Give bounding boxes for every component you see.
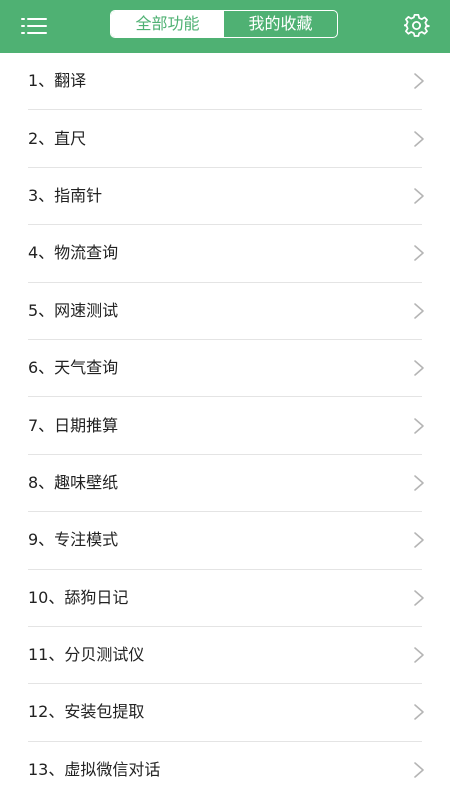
chevron-right-icon <box>414 188 424 204</box>
list-item[interactable]: 12、安装包提取 <box>28 684 424 742</box>
list-item[interactable]: 8、趣味壁纸 <box>28 455 424 513</box>
list-item-label: 6、天气查询 <box>28 358 119 378</box>
gear-icon <box>404 14 430 37</box>
list-item-label: 13、虚拟微信对话 <box>28 760 161 780</box>
list-item[interactable]: 10、舔狗日记 <box>28 570 424 627</box>
list-item[interactable]: 6、天气查询 <box>28 340 424 398</box>
list-item[interactable]: 9、专注模式 <box>28 512 424 570</box>
list-item[interactable]: 4、物流查询 <box>28 225 424 283</box>
list-item-label: 4、物流查询 <box>28 243 119 263</box>
list-item[interactable]: 2、直尺 <box>28 110 424 168</box>
list-item-label: 11、分贝测试仪 <box>28 645 145 665</box>
chevron-right-icon <box>414 532 424 549</box>
list-item-label: 3、指南针 <box>28 185 103 205</box>
list-item-label: 8、趣味壁纸 <box>28 472 119 492</box>
tab-switcher: 全部功能 我的收藏 <box>110 10 338 38</box>
list-item[interactable]: 7、日期推算 <box>28 397 424 455</box>
list-item[interactable]: 1、翻译 <box>28 53 424 111</box>
list-item-label: 1、翻译 <box>28 71 87 91</box>
feature-list: 1、翻译 2、直尺 3、指南针 4、物流查询 5、网速测试 6、天气查询 7、日期推算 8、趣… <box>0 53 450 799</box>
chevron-right-icon <box>414 130 424 147</box>
chevron-right-icon <box>414 475 424 491</box>
list-item-label: 7、日期推算 <box>28 415 119 435</box>
chevron-right-icon <box>414 73 424 89</box>
chevron-right-icon <box>414 302 424 319</box>
chevron-right-icon <box>414 647 424 663</box>
list-item-label: 12、安装包提取 <box>28 702 145 722</box>
list-item[interactable]: 13、虚拟微信对话 <box>28 742 424 799</box>
list-item-label: 2、直尺 <box>28 128 87 148</box>
chevron-right-icon <box>414 589 424 606</box>
list-item[interactable]: 11、分贝测试仪 <box>28 627 424 685</box>
list-item-label: 9、专注模式 <box>28 530 119 550</box>
top-bar: 全部功能 我的收藏 <box>0 0 450 53</box>
settings-button[interactable] <box>400 9 434 43</box>
chevron-right-icon <box>414 360 424 376</box>
tab-all-features[interactable]: 全部功能 <box>111 11 224 37</box>
tab-my-favorites[interactable]: 我的收藏 <box>224 11 337 37</box>
menu-icon <box>21 18 47 34</box>
chevron-right-icon <box>414 417 424 434</box>
chevron-right-icon <box>414 762 424 779</box>
list-item-label: 10、舔狗日记 <box>28 587 129 607</box>
chevron-right-icon <box>414 245 424 262</box>
list-item[interactable]: 5、网速测试 <box>28 283 424 340</box>
chevron-right-icon <box>414 704 424 721</box>
list-item[interactable]: 3、指南针 <box>28 168 424 226</box>
list-item-label: 5、网速测试 <box>28 300 119 320</box>
menu-button[interactable] <box>17 12 51 40</box>
